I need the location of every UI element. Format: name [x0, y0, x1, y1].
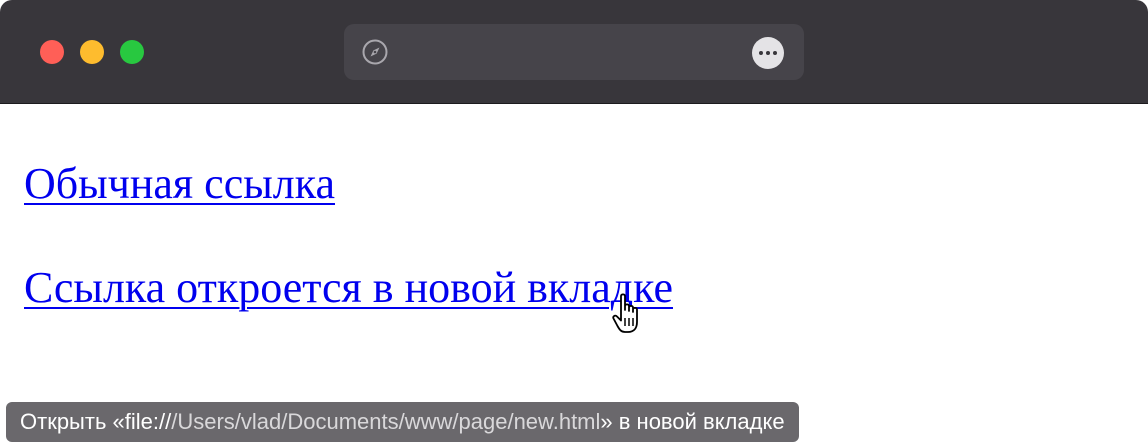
regular-link[interactable]: Обычная ссылка — [24, 162, 335, 206]
status-suffix: » в новой вкладке — [600, 409, 785, 434]
new-tab-link[interactable]: Ссылка откроется в новой вкладке — [24, 266, 673, 310]
browser-window: Обычная ссылка Ссылка откроется в новой … — [0, 0, 1148, 448]
title-bar — [0, 0, 1148, 104]
hand-pointer-icon — [612, 293, 638, 333]
status-prefix: Открыть « — [20, 409, 125, 434]
link-status-bar: Открыть «file:///Users/vlad/Documents/ww… — [6, 402, 799, 442]
status-scheme: file:// — [124, 409, 172, 434]
address-bar[interactable] — [344, 24, 804, 80]
compass-icon — [362, 39, 388, 65]
close-window-button[interactable] — [40, 40, 64, 64]
zoom-window-button[interactable] — [120, 40, 144, 64]
status-path: /Users/vlad/Documents/www/page/new.html — [171, 409, 601, 434]
more-options-icon[interactable] — [752, 37, 784, 69]
minimize-window-button[interactable] — [80, 40, 104, 64]
